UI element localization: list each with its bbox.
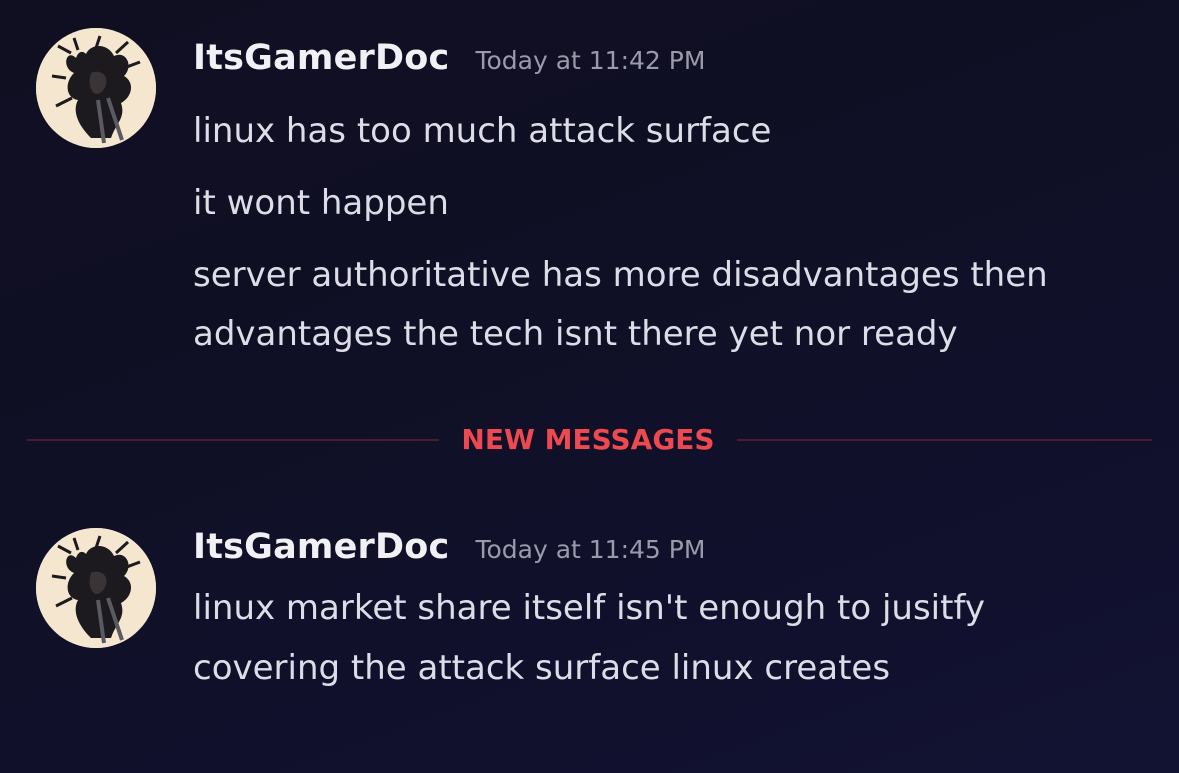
new-messages-label: NEW MESSAGES: [461, 423, 715, 456]
message-header: ItsGamerDoc Today at 11:45 PM: [193, 527, 705, 567]
message-header: ItsGamerDoc Today at 11:42 PM: [193, 38, 705, 78]
user-avatar[interactable]: [36, 28, 156, 148]
divider-line-left: [27, 439, 439, 441]
divider-line-right: [737, 439, 1152, 441]
new-messages-divider: NEW MESSAGES: [27, 422, 1152, 458]
message-text: it wont happen: [193, 183, 449, 223]
message-text: linux market share itself isn't enough t…: [193, 588, 985, 628]
username[interactable]: ItsGamerDoc: [193, 527, 449, 567]
avatar-sketch-icon: [36, 528, 156, 648]
message-text: linux has too much attack surface: [193, 111, 772, 151]
message-text: advantages the tech isnt there yet nor r…: [193, 314, 958, 354]
message-text: server authoritative has more disadvanta…: [193, 255, 1048, 295]
user-avatar[interactable]: [36, 528, 156, 648]
timestamp[interactable]: Today at 11:42 PM: [475, 46, 705, 75]
username[interactable]: ItsGamerDoc: [193, 38, 449, 78]
message-text: covering the attack surface linux create…: [193, 648, 891, 688]
avatar-sketch-icon: [36, 28, 156, 148]
timestamp[interactable]: Today at 11:45 PM: [475, 535, 705, 564]
